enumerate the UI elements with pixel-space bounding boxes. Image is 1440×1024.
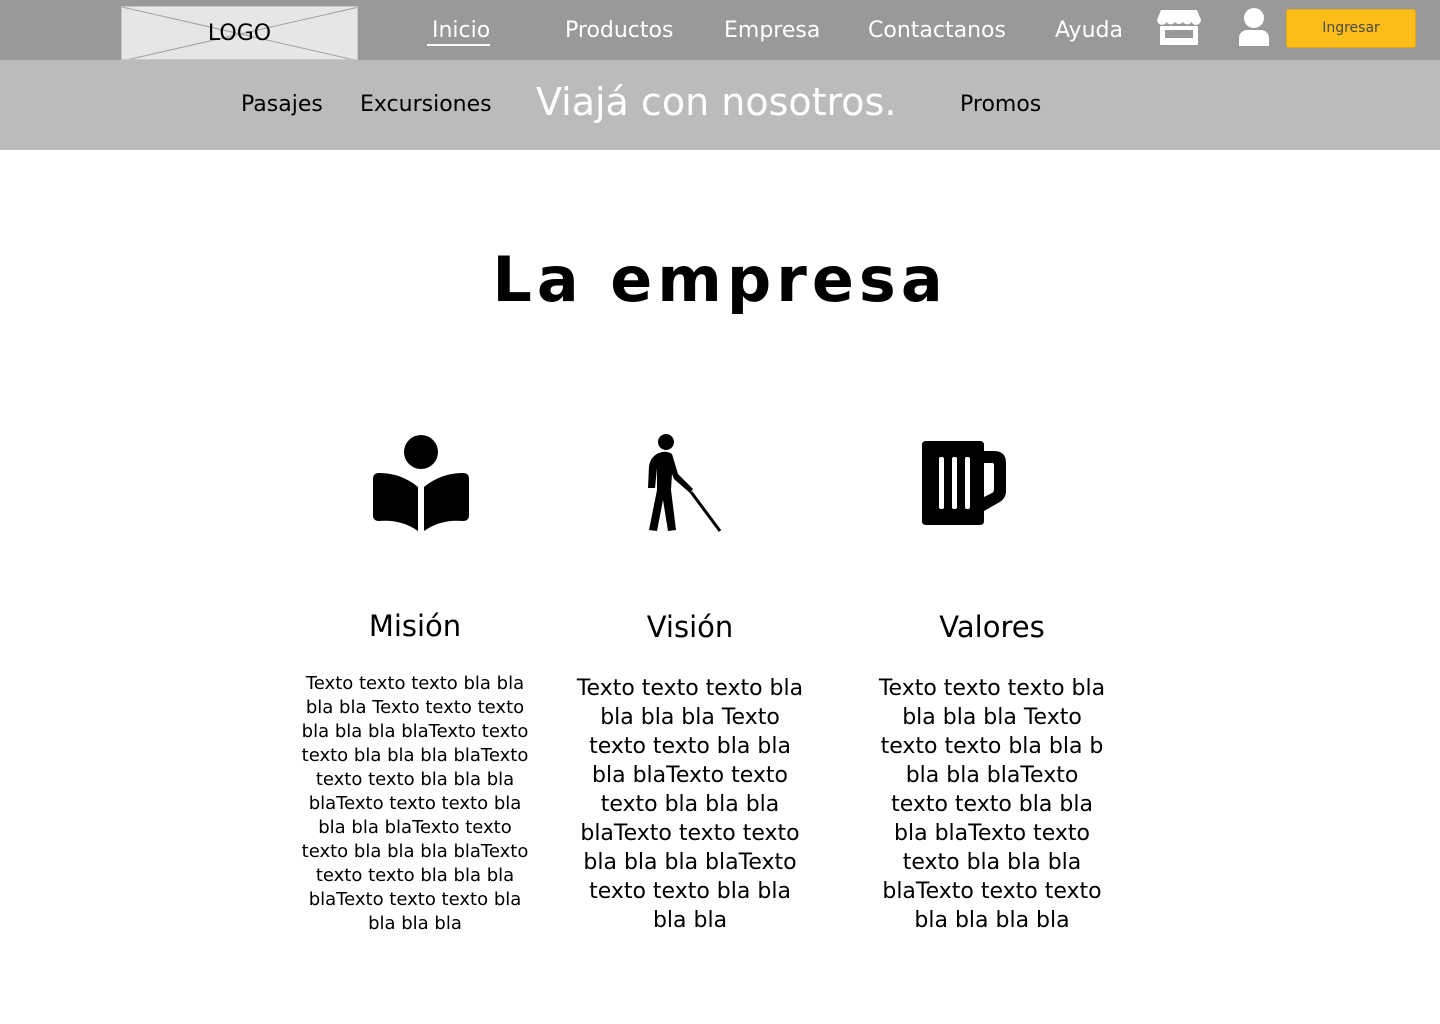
nav-contactanos[interactable]: Contactanos (868, 18, 1006, 43)
vision-line: texto texto bla bla (589, 879, 791, 904)
mision-line: blaTexto texto texto bla (308, 793, 522, 814)
valores-line: bla bla blaTexto (905, 763, 1079, 788)
mision-line: texto texto bla bla bla (315, 769, 515, 790)
slogan: Viajá con nosotros. (536, 80, 897, 124)
vision-line: texto texto bla bla (589, 734, 791, 759)
mision-line: Texto texto texto bla bla (305, 673, 525, 694)
mision-line: texto bla bla bla blaTexto (301, 841, 529, 862)
logo-placeholder[interactable]: LOGO (121, 6, 358, 60)
mision-title: Misión (368, 609, 462, 643)
vision-line: bla bla (652, 908, 728, 933)
subnav-pasajes[interactable]: Pasajes (241, 92, 323, 117)
vision-text: Texto texto texto bla bla bla bla Texto … (560, 674, 820, 935)
valores-line: bla bla bla Texto (902, 705, 1082, 730)
valores-line: bla blaTexto texto (894, 821, 1090, 846)
mision-line: bla bla blaTexto texto (318, 817, 512, 838)
book-reader-icon (373, 435, 469, 535)
blind-person-cane-icon (645, 434, 723, 536)
valores-line: Texto texto texto bla (878, 676, 1106, 701)
user-icon[interactable] (1237, 8, 1271, 50)
logo-text: LOGO (207, 21, 272, 46)
beer-mug-icon (922, 441, 1006, 529)
valores-text: Texto texto texto bla bla bla bla Texto … (862, 674, 1122, 935)
vision-line: texto bla bla bla (600, 792, 780, 817)
valores-line: texto texto bla bla (891, 792, 1093, 817)
vision-line: bla bla bla Texto (600, 705, 780, 730)
nav-productos[interactable]: Productos (565, 18, 673, 43)
mision-line: bla bla bla blaTexto texto (301, 721, 529, 742)
nav-empresa[interactable]: Empresa (724, 18, 820, 43)
valores-line: texto bla bla bla (902, 850, 1082, 875)
subnav-promos[interactable]: Promos (960, 92, 1041, 117)
vision-line: bla bla bla blaTexto (583, 850, 797, 875)
login-button[interactable]: Ingresar (1286, 9, 1416, 48)
vision-line: Texto texto texto bla (576, 676, 804, 701)
vision-line: bla blaTexto texto (592, 763, 788, 788)
secondary-navigation-bar: Pasajes Excursiones Viajá con nosotros. … (0, 60, 1440, 150)
store-icon[interactable] (1157, 8, 1201, 50)
valores-line: texto texto bla bla b (880, 734, 1104, 759)
valores-line: bla bla bla bla (914, 908, 1070, 933)
nav-ayuda[interactable]: Ayuda (1055, 18, 1123, 43)
mision-line: bla bla bla (368, 913, 462, 934)
vision-title: Visión (646, 610, 734, 644)
mision-text: Texto texto texto bla bla bla bla Texto … (285, 672, 545, 936)
page-title: La empresa (492, 243, 948, 316)
subnav-excursiones[interactable]: Excursiones (360, 92, 492, 117)
mision-line: texto bla bla bla blaTexto (301, 745, 529, 766)
vision-line: blaTexto texto texto (580, 821, 800, 846)
mision-line: blaTexto texto texto bla (308, 889, 522, 910)
valores-line: blaTexto texto texto (882, 879, 1102, 904)
mision-line: bla bla Texto texto texto (305, 697, 525, 718)
nav-inicio[interactable]: Inicio (426, 18, 491, 46)
valores-title: Valores (939, 610, 1045, 644)
mision-line: texto texto bla bla bla (315, 865, 515, 886)
top-navigation-bar: LOGO Inicio Productos Empresa Contactano… (0, 0, 1440, 60)
